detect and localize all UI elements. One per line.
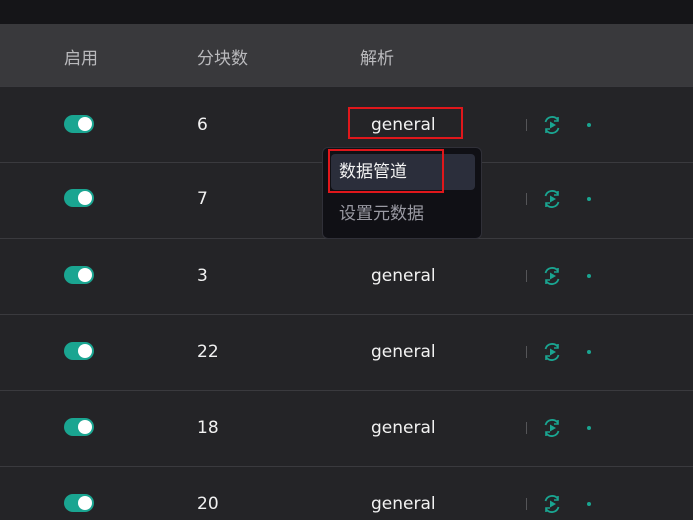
chunk-count: 22 — [197, 342, 219, 362]
chunk-count: 7 — [197, 189, 208, 209]
table-row: 20 general — [0, 466, 693, 520]
enable-toggle[interactable] — [64, 189, 94, 207]
action-divider — [526, 270, 527, 282]
toggle-knob — [78, 117, 92, 131]
parser-value[interactable]: general — [371, 418, 436, 438]
action-divider — [526, 422, 527, 434]
action-divider — [526, 193, 527, 205]
toggle-knob — [78, 420, 92, 434]
enable-toggle[interactable] — [64, 342, 94, 360]
toggle-knob — [78, 496, 92, 510]
header-parser: 解析 — [360, 49, 394, 69]
menu-item-set-metadata[interactable]: 设置元数据 — [331, 196, 475, 232]
enable-toggle[interactable] — [64, 494, 94, 512]
chunk-count: 18 — [197, 418, 219, 438]
more-dot-icon[interactable] — [587, 274, 591, 278]
table-row: 18 general — [0, 390, 693, 467]
action-divider — [526, 498, 527, 510]
more-dot-icon[interactable] — [587, 502, 591, 506]
toggle-knob — [78, 268, 92, 282]
enable-toggle[interactable] — [64, 418, 94, 436]
more-dot-icon[interactable] — [587, 197, 591, 201]
enable-toggle[interactable] — [64, 266, 94, 284]
parser-value[interactable]: general — [371, 266, 436, 286]
more-dot-icon[interactable] — [587, 350, 591, 354]
highlight-box-parser — [348, 107, 463, 139]
toggle-knob — [78, 191, 92, 205]
run-icon[interactable] — [541, 341, 563, 363]
enable-toggle[interactable] — [64, 115, 94, 133]
table-row: 22 general — [0, 314, 693, 391]
highlight-box-menu-item — [328, 149, 444, 193]
table-header: 启用 分块数 解析 — [0, 24, 693, 86]
run-icon[interactable] — [541, 417, 563, 439]
parser-value[interactable]: general — [371, 494, 436, 514]
chunk-count: 6 — [197, 115, 208, 135]
chunk-count: 3 — [197, 266, 208, 286]
chunk-count: 20 — [197, 494, 219, 514]
more-dot-icon[interactable] — [587, 123, 591, 127]
more-dot-icon[interactable] — [587, 426, 591, 430]
table-row: 3 general — [0, 238, 693, 315]
top-bar — [0, 0, 693, 24]
run-icon[interactable] — [541, 265, 563, 287]
action-divider — [526, 346, 527, 358]
action-divider — [526, 119, 527, 131]
toggle-knob — [78, 344, 92, 358]
header-enabled: 启用 — [64, 49, 98, 69]
run-icon[interactable] — [541, 114, 563, 136]
header-chunks: 分块数 — [197, 49, 248, 69]
run-icon[interactable] — [541, 188, 563, 210]
run-icon[interactable] — [541, 493, 563, 515]
parser-value[interactable]: general — [371, 342, 436, 362]
